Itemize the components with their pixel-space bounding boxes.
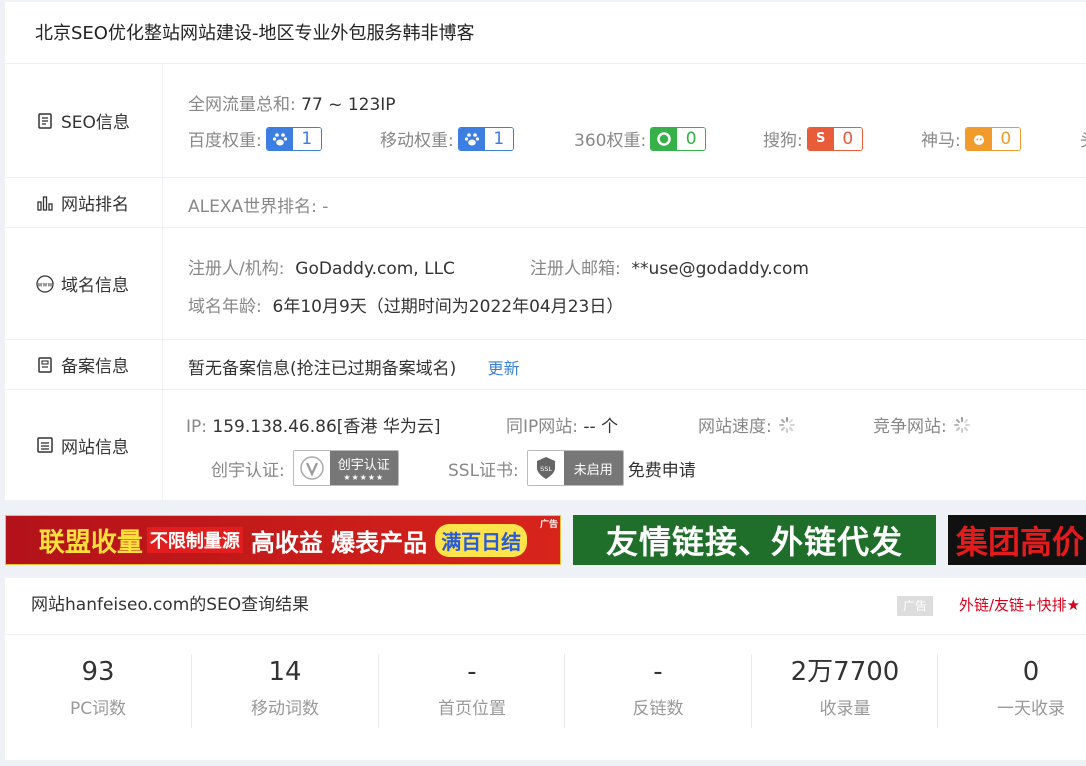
baidu-paw-icon xyxy=(266,127,293,150)
shield-v-icon xyxy=(293,451,330,485)
ssl-shield-icon: SSL xyxy=(527,451,564,485)
document-icon xyxy=(35,111,55,131)
traffic-label: 全网流量总和: xyxy=(188,95,296,115)
bar-chart-icon xyxy=(35,193,55,213)
icp-info-row: 备案信息 暂无备案信息(抢注已过期备案域名) 更新 xyxy=(5,340,1086,390)
sogou-weight-value: 0 xyxy=(833,127,862,150)
baidu-paw-icon xyxy=(458,127,485,150)
registrant-label: 注册人/机构: xyxy=(188,259,285,279)
ad-banner-group[interactable]: 集团高价 xyxy=(948,515,1086,565)
icp-update-link[interactable]: 更新 xyxy=(488,359,520,378)
icp-value: 暂无备案信息(抢注已过期备案域名) xyxy=(188,359,457,379)
ssl-apply-link[interactable]: 免费申请 xyxy=(628,456,696,481)
info-list-icon xyxy=(35,435,55,455)
seo-info-row: SEO信息 全网流量总和: 77 ~ 123IP 百度权重: 1 移动权重: 1… xyxy=(5,64,1086,178)
external-links-ad[interactable]: 外链/友链+快排★ xyxy=(959,578,1080,632)
stat-daily-indexed[interactable]: 0 一天收录 xyxy=(938,654,1086,728)
ssl-label: SSL证书: xyxy=(448,460,519,481)
record-book-icon xyxy=(35,355,55,375)
shenma-weight-value: 0 xyxy=(991,127,1020,150)
alexa-label: ALEXA世界排名: xyxy=(188,197,317,217)
baidu-weight[interactable]: 百度权重: 1 xyxy=(188,126,322,151)
ip-value: 159.138.46.86[香港 华为云] xyxy=(212,417,441,437)
site-info-label: 网站信息 xyxy=(5,390,163,500)
alexa-value: - xyxy=(322,197,329,217)
same-ip-label: 同IP网站: xyxy=(506,417,578,437)
site-rank-row: 网站排名 ALEXA世界排名: - xyxy=(5,178,1086,228)
chuangyu-label: 创宇认证: xyxy=(211,460,285,481)
ad-banner-union[interactable]: 联盟收量 不限制量源 高收益 爆表产品 满百日结 广告 xyxy=(5,515,561,565)
page-title: 北京SEO优化整站网站建设-地区专业外包服务韩非博客 xyxy=(5,2,1086,64)
chuangyu-badge[interactable]: 创宇认证 ★★★★★ xyxy=(292,450,399,486)
loading-spinner-icon xyxy=(953,416,971,434)
email-value: **use@godaddy.com xyxy=(631,259,809,279)
baidu-weight-value: 1 xyxy=(292,127,321,150)
seo-info-label: SEO信息 xyxy=(5,64,163,177)
same-ip-value[interactable]: -- 个 xyxy=(583,417,618,437)
icp-info-label: 备案信息 xyxy=(5,340,163,389)
compete-label: 竞争网站: xyxy=(873,417,947,437)
email-label: 注册人邮箱: xyxy=(530,259,621,279)
360-icon xyxy=(651,127,678,150)
stat-homepage-position[interactable]: - 首页位置 xyxy=(379,654,565,728)
ssl-badge[interactable]: SSL 未启用 xyxy=(526,450,624,486)
stats-bar: 93 PC词数 14 移动词数 - 首页位置 - 反链数 2万7700 收录量 … xyxy=(5,654,1086,728)
domain-info-row: www 域名信息 注册人/机构: GoDaddy.com, LLC 注册人邮箱:… xyxy=(5,228,1086,340)
domain-age-value: 6年10月9天（过期时间为2022年04月23日） xyxy=(272,297,624,317)
domain-age-label: 域名年龄: xyxy=(188,297,262,317)
ad-tag: 广告 xyxy=(897,596,934,616)
seo-info-card: 北京SEO优化整站网站建设-地区专业外包服务韩非博客 SEO信息 全网流量总和:… xyxy=(5,2,1086,500)
360-weight[interactable]: 360权重: 0 xyxy=(574,126,707,151)
svg-text:SSL: SSL xyxy=(540,465,552,473)
mobile-weight-value: 1 xyxy=(484,127,513,150)
ad-banner-links[interactable]: 友情链接、外链代发 xyxy=(573,515,936,565)
mobile-weight[interactable]: 移动权重: 1 xyxy=(380,126,514,151)
site-rank-label: 网站排名 xyxy=(5,178,163,227)
registrant-value: GoDaddy.com, LLC xyxy=(295,259,455,279)
360-weight-value: 0 xyxy=(677,127,706,150)
sogou-icon: S xyxy=(807,127,834,150)
overflow-text: 头 xyxy=(1080,126,1086,151)
stat-mobile-keywords[interactable]: 14 移动词数 xyxy=(192,654,378,728)
speed-label: 网站速度: xyxy=(698,417,772,437)
seo-result-card: 网站hanfeiseo.com的SEO查询结果 广告 外链/友链+快排★ 93 … xyxy=(5,578,1086,760)
ip-label: IP: xyxy=(186,417,207,437)
shenma-icon xyxy=(965,127,992,150)
domain-info-label: www 域名信息 xyxy=(5,228,163,339)
result-title: 网站hanfeiseo.com的SEO查询结果 xyxy=(31,595,310,615)
stat-indexed[interactable]: 2万7700 收录量 xyxy=(752,654,938,728)
ad-tag: 广告 xyxy=(539,520,558,530)
shenma-weight[interactable]: 神马: 0 xyxy=(921,126,1021,151)
sogou-weight[interactable]: 搜狗: S 0 xyxy=(763,126,863,151)
www-globe-icon: www xyxy=(35,274,55,294)
stat-backlinks[interactable]: - 反链数 xyxy=(565,654,751,728)
svg-text:www: www xyxy=(38,281,53,288)
site-info-row: 网站信息 IP: 159.138.46.86[香港 华为云] 同IP网站: --… xyxy=(5,390,1086,500)
loading-spinner-icon xyxy=(778,416,796,434)
stat-pc-keywords[interactable]: 93 PC词数 xyxy=(5,654,191,728)
traffic-value: 77 ~ 123IP xyxy=(301,95,396,115)
